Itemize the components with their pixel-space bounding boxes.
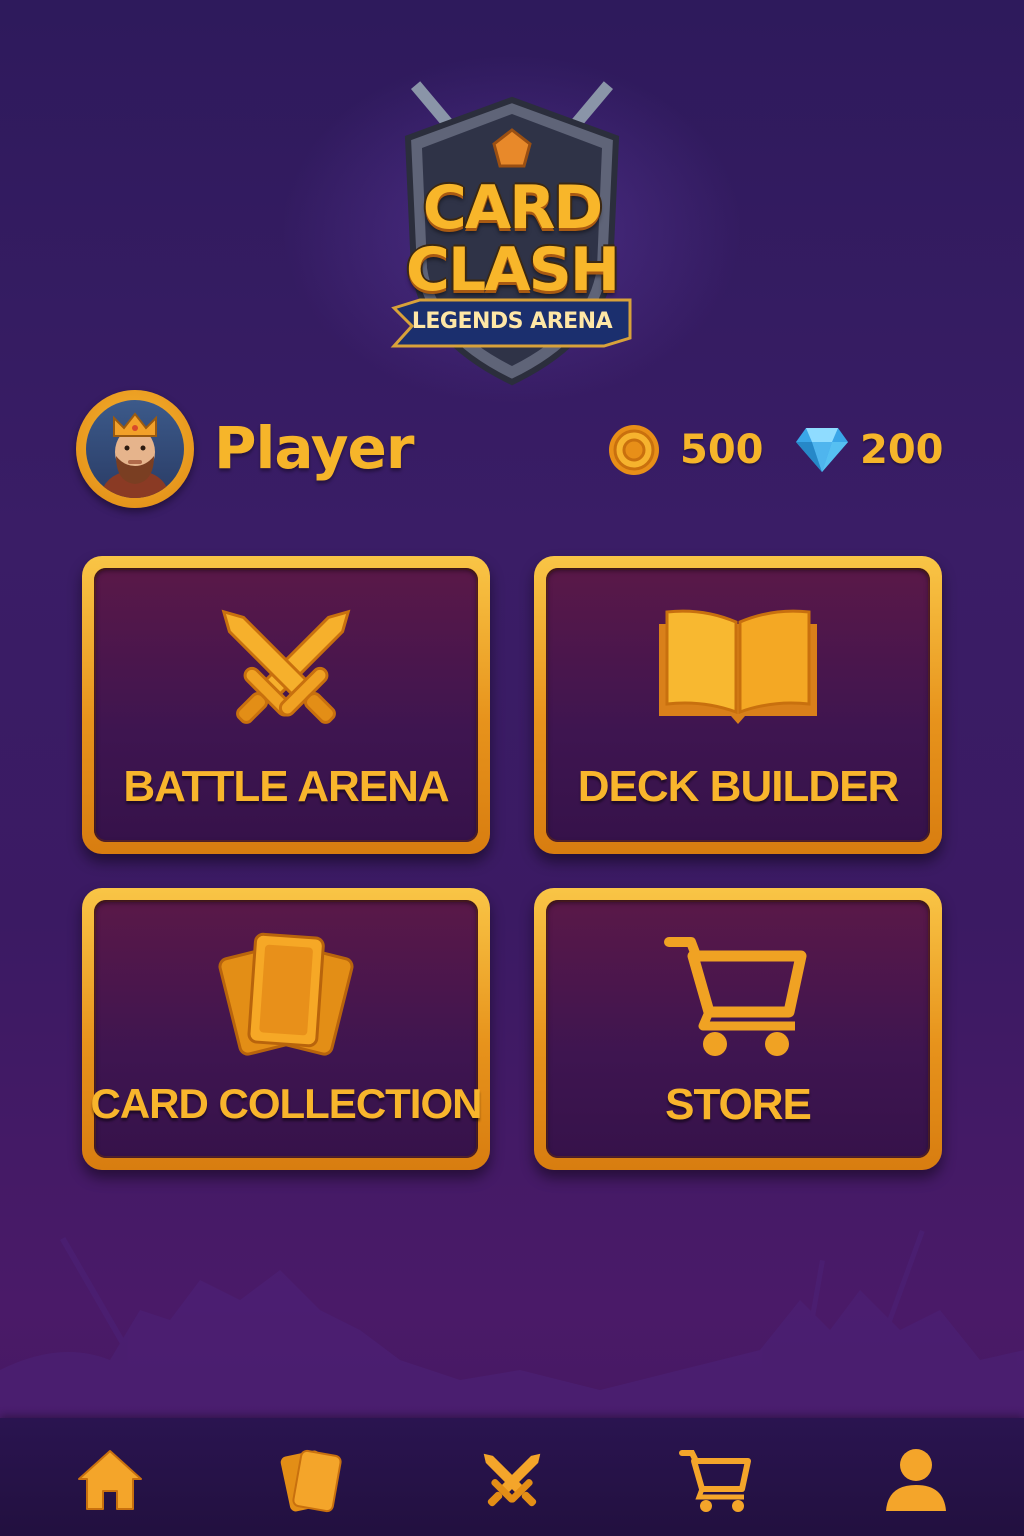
profile-icon	[886, 1449, 946, 1511]
battle-silhouette-background	[0, 1230, 1024, 1420]
store-button[interactable]: STORE	[534, 888, 942, 1170]
deck-builder-label: DECK BUILDER	[577, 762, 899, 811]
nav-cards[interactable]	[270, 1440, 350, 1520]
home-icon	[78, 1450, 142, 1510]
bottom-nav	[0, 1418, 1024, 1536]
gem-count: 200	[860, 427, 944, 473]
deck-builder-button[interactable]: DECK BUILDER	[534, 556, 942, 854]
battle-arena-label: BATTLE ARENA	[123, 762, 449, 811]
nav-store[interactable]	[676, 1440, 756, 1520]
card-collection-label: CARD COLLECTION	[90, 1080, 483, 1127]
blue-diamond-icon	[796, 426, 848, 478]
card-stack-icon	[218, 932, 354, 1056]
nav-home[interactable]	[70, 1440, 150, 1520]
king-avatar-icon	[100, 412, 170, 498]
coin-count: 500	[680, 427, 764, 473]
nav-battle[interactable]	[472, 1440, 552, 1520]
player-name: Player	[214, 414, 414, 482]
nav-profile[interactable]	[876, 1440, 956, 1520]
crossed-swords-icon	[483, 1453, 541, 1507]
logo-title-line1: CARD	[422, 173, 603, 243]
cards-icon	[280, 1449, 342, 1513]
shopping-cart-icon	[679, 1450, 751, 1512]
game-logo: CARD CLASH LEGENDS ARENA	[380, 70, 644, 390]
store-label: STORE	[665, 1080, 812, 1129]
avatar[interactable]	[76, 390, 194, 508]
card-collection-button[interactable]: CARD COLLECTION	[82, 888, 490, 1170]
crossed-swords-icon	[221, 609, 351, 724]
gold-coin-icon	[608, 424, 660, 480]
logo-title-line2: CLASH	[405, 235, 620, 305]
logo-subtitle: LEGENDS ARENA	[411, 309, 613, 334]
open-book-icon	[659, 609, 817, 724]
shopping-cart-icon	[664, 937, 807, 1056]
battle-arena-button[interactable]: BATTLE ARENA	[82, 556, 490, 854]
